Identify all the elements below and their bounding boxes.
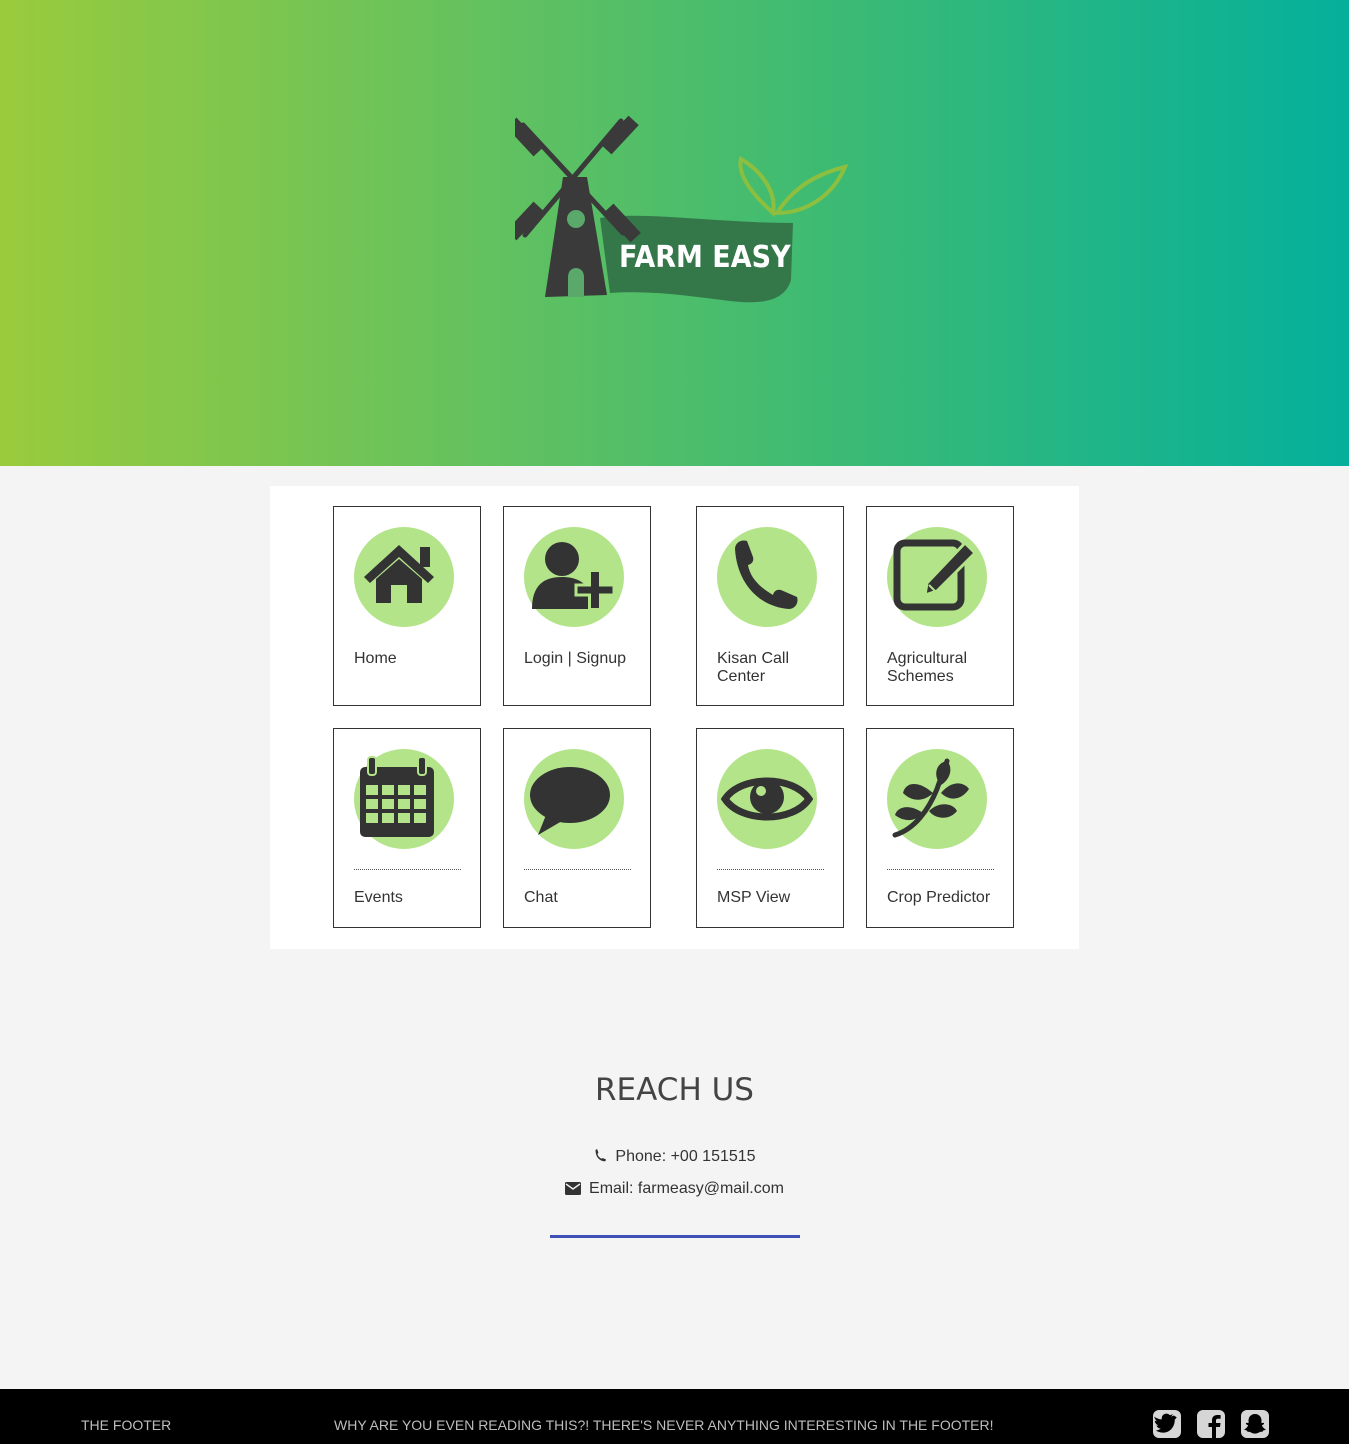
- icon-circle: [887, 749, 987, 849]
- menu-tile-label: Login | Signup: [524, 650, 627, 667]
- icon-circle: [524, 749, 624, 849]
- menu-tile-login-signup[interactable]: Login | Signup: [503, 506, 651, 706]
- menu-tile-label: Chat: [524, 889, 558, 906]
- menu-tile-label: Kisan Call Center: [717, 650, 790, 685]
- menu-tile-agricultural-schemes[interactable]: Agricultural Schemes: [866, 506, 1014, 706]
- footer: THE FOOTER WHY ARE YOU EVEN READING THIS…: [0, 1389, 1349, 1444]
- leaf-icon: [892, 758, 969, 838]
- footer-title: THE FOOTER: [81, 1417, 172, 1433]
- calendar-icon: [360, 756, 434, 837]
- contact-email-text[interactable]: Email: farmeasy@mail.com: [589, 1180, 784, 1197]
- phone-icon: [735, 540, 798, 609]
- icon-circle: [887, 527, 987, 627]
- icon-circle: [524, 527, 624, 627]
- edit-icon: [893, 539, 978, 611]
- reach-divider: [550, 1235, 800, 1238]
- twitter-icon[interactable]: [1152, 1409, 1182, 1439]
- menu-tile-label: Agricultural Schemes: [887, 650, 968, 685]
- home-icon: [364, 545, 434, 603]
- brand-name: FARM EASY: [619, 240, 791, 275]
- menu-tile-label: Crop Predictor: [887, 889, 991, 906]
- contact-phone-text: Phone: +00 151515: [615, 1148, 756, 1165]
- menu-tile-kisan-call-center[interactable]: Kisan Call Center: [696, 506, 844, 706]
- facebook-icon[interactable]: [1196, 1409, 1226, 1439]
- icon-circle: [717, 749, 817, 849]
- menu-tile-label: Home: [354, 650, 397, 667]
- farm-easy-logo: FARM EASY: [506, 115, 850, 305]
- eye-icon: [720, 777, 814, 821]
- menu-tile-label: Events: [354, 889, 403, 906]
- tile-separator: [717, 869, 824, 870]
- tile-separator: [887, 869, 994, 870]
- tile-separator: [524, 869, 631, 870]
- hero-banner: FARM EASY: [0, 0, 1349, 466]
- menu-tile-chat[interactable]: Chat: [503, 728, 651, 928]
- icon-circle: [717, 527, 817, 627]
- snapchat-icon[interactable]: [1240, 1409, 1270, 1439]
- menu-tile-events[interactable]: Events: [333, 728, 481, 928]
- icon-circle: [354, 749, 454, 849]
- phone-icon: [595, 1149, 607, 1162]
- chat-bubble-icon: [530, 767, 610, 835]
- envelope-icon: [565, 1182, 582, 1195]
- footer-message: WHY ARE YOU EVEN READING THIS?! THERE'S …: [334, 1417, 994, 1433]
- menu-tile-crop-predictor[interactable]: Crop Predictor: [866, 728, 1014, 928]
- windmill-logo-icon: [506, 115, 849, 303]
- menu-tile-label: MSP View: [717, 889, 791, 906]
- add-user-icon: [532, 542, 616, 611]
- menu-tile-home[interactable]: Home: [333, 506, 481, 706]
- menu-tile-msp-view[interactable]: MSP View: [696, 728, 844, 928]
- tile-separator: [354, 869, 461, 870]
- contact-email: Email: farmeasy@mail.com: [0, 1180, 1349, 1198]
- reach-us-title: REACH US: [595, 1072, 754, 1108]
- icon-circle: [354, 527, 454, 627]
- contact-phone: Phone: +00 151515: [0, 1148, 1349, 1166]
